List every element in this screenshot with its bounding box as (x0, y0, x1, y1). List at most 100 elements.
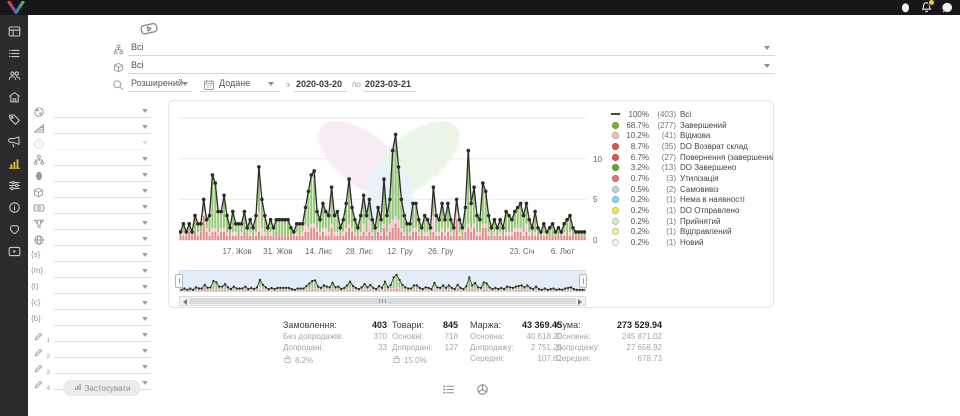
chart-mini-icon (74, 383, 82, 393)
legend-swatch (611, 132, 620, 139)
date-from-input[interactable]: 2020-03-20 (296, 79, 342, 89)
navigator-left-handle[interactable] (175, 274, 183, 288)
panel-select-help[interactable] (54, 136, 152, 150)
legend-item[interactable]: 68.7% (277) Завершений (611, 120, 769, 131)
date-from-underline[interactable] (294, 91, 347, 92)
profile-blob-icon[interactable] (941, 1, 954, 14)
sidebar-item-integrations[interactable] (0, 174, 28, 196)
scroll-right-icon[interactable] (578, 299, 582, 305)
sale-bag-icon (283, 355, 292, 366)
label-play-icon[interactable] (136, 19, 162, 43)
user-egg-icon[interactable] (899, 1, 912, 14)
sidebar-item-partners[interactable] (0, 218, 28, 240)
legend-item[interactable]: 0.7% (3) Утилізація (611, 173, 769, 184)
legend-label: Відмова (680, 131, 710, 140)
panel-select-filter[interactable] (54, 216, 152, 230)
date-field-select[interactable] (200, 91, 280, 92)
sitemap-icon (113, 42, 124, 60)
legend-item[interactable]: 8.7% (35) DO Возврат склад (611, 141, 769, 152)
panel-select-var-b[interactable] (54, 312, 152, 326)
app-logo-icon[interactable] (6, 1, 26, 14)
panel-select-planet[interactable] (54, 104, 152, 118)
panel-select-custom-1[interactable] (54, 328, 152, 342)
sidebar-item-orders[interactable] (0, 42, 28, 64)
scrollbar-thumb[interactable] (189, 298, 576, 304)
list-view-icon[interactable] (442, 383, 456, 397)
legend-item[interactable]: 6.7% (27) Повернення (завершений) (611, 152, 769, 163)
product-filter-select[interactable] (128, 73, 775, 74)
sidebar-item-tutorials[interactable] (0, 240, 28, 262)
search-icon[interactable] (112, 78, 124, 96)
panel-select-var-t[interactable] (54, 280, 152, 294)
stat-column: Маржа:43 369.45Основна:40 618.20Допродаж… (470, 320, 562, 365)
legend-item[interactable]: 0.2% (1) Прийнятий (611, 216, 769, 227)
legend-swatch (611, 186, 620, 193)
legend-swatch (611, 164, 620, 171)
variable-icon: {t} (31, 282, 39, 291)
panel-select-var-m[interactable] (54, 264, 152, 278)
panel-select-payment[interactable] (54, 200, 152, 214)
panel-select-org-structure[interactable] (54, 152, 152, 166)
search-mode-select[interactable] (128, 91, 192, 92)
sidebar-item-store[interactable] (0, 86, 28, 108)
legend-percent: 0.2% (623, 206, 649, 215)
apply-button-label: Застосувати (85, 384, 131, 393)
sidebar-item-customers[interactable] (0, 64, 28, 86)
sidebar-item-dashboard[interactable] (0, 20, 28, 42)
legend-label: Відправлений (680, 227, 732, 236)
sidebar-item-promotions[interactable] (0, 108, 28, 130)
package-icon (113, 60, 124, 78)
legend-count: (277) (649, 121, 676, 130)
stat-badge-percent: 8.2% (295, 356, 313, 365)
chevron-down-icon (764, 46, 770, 50)
legend-count: (2) (649, 185, 676, 194)
legend-percent: 68.7% (623, 121, 649, 130)
legend-item[interactable]: 0.2% (1) Нема в наявності (611, 195, 769, 206)
apply-button[interactable]: Застосувати (63, 380, 141, 396)
category-filter-select[interactable] (128, 55, 775, 56)
legend-item[interactable]: 100% (403) Всі (611, 109, 769, 120)
scroll-left-icon[interactable] (183, 299, 187, 305)
legend-count: (1) (649, 195, 676, 204)
legend-percent: 0.2% (623, 238, 649, 247)
sidebar-item-analytics[interactable] (0, 152, 28, 174)
pie-view-icon[interactable] (476, 383, 490, 397)
orders-chart[interactable] (179, 110, 586, 241)
legend-swatch (611, 228, 620, 235)
stat-value: 403 (372, 320, 387, 332)
legend-count: (35) (649, 142, 676, 151)
navigator-right-handle[interactable] (579, 274, 587, 288)
sidebar (0, 15, 28, 416)
chart-navigator[interactable] (179, 270, 586, 292)
panel-select-globe[interactable] (54, 232, 152, 246)
chart-scrollbar[interactable] (179, 296, 586, 306)
legend-item[interactable]: 0.5% (2) Самовивіз (611, 184, 769, 195)
stat-sub-label: Допродані: (283, 343, 324, 354)
legend-item[interactable]: 0.2% (1) Новий (611, 237, 769, 248)
panel-select-customer[interactable] (54, 168, 152, 182)
sidebar-item-marketing[interactable] (0, 130, 28, 152)
notifications-bell-icon[interactable] (920, 1, 933, 14)
category-filter-value: Всі (131, 42, 144, 52)
date-to-input[interactable]: 2023-03-21 (365, 79, 411, 89)
legend-item[interactable]: 3.2% (13) DO Завершено (611, 162, 769, 173)
topbar (0, 0, 960, 15)
panel-select-var-c[interactable] (54, 296, 152, 310)
stat-column: Замовлення:403Без допродажів:370Допродан… (283, 320, 387, 366)
legend-item[interactable]: 10.2% (41) Відмова (611, 130, 769, 141)
stat-title: Замовлення: (283, 320, 337, 332)
svg-text:17: 17 (207, 84, 212, 89)
legend-item[interactable]: 0.2% (1) DO Отправлено (611, 205, 769, 216)
legend-swatch (611, 175, 620, 182)
stat-title: Товари: (392, 320, 424, 332)
panel-select-var-s[interactable] (54, 248, 152, 262)
pencil-icon: 2 (33, 345, 46, 358)
legend-label: Всі (680, 110, 691, 119)
panel-select-funnel-chart[interactable] (54, 120, 152, 134)
legend-item[interactable]: 0.2% (1) Відправлений (611, 227, 769, 238)
panel-select-custom-3[interactable] (54, 360, 152, 374)
date-to-underline[interactable] (363, 91, 416, 92)
panel-select-product[interactable] (54, 184, 152, 198)
panel-select-custom-2[interactable] (54, 344, 152, 358)
sidebar-item-info[interactable] (0, 196, 28, 218)
